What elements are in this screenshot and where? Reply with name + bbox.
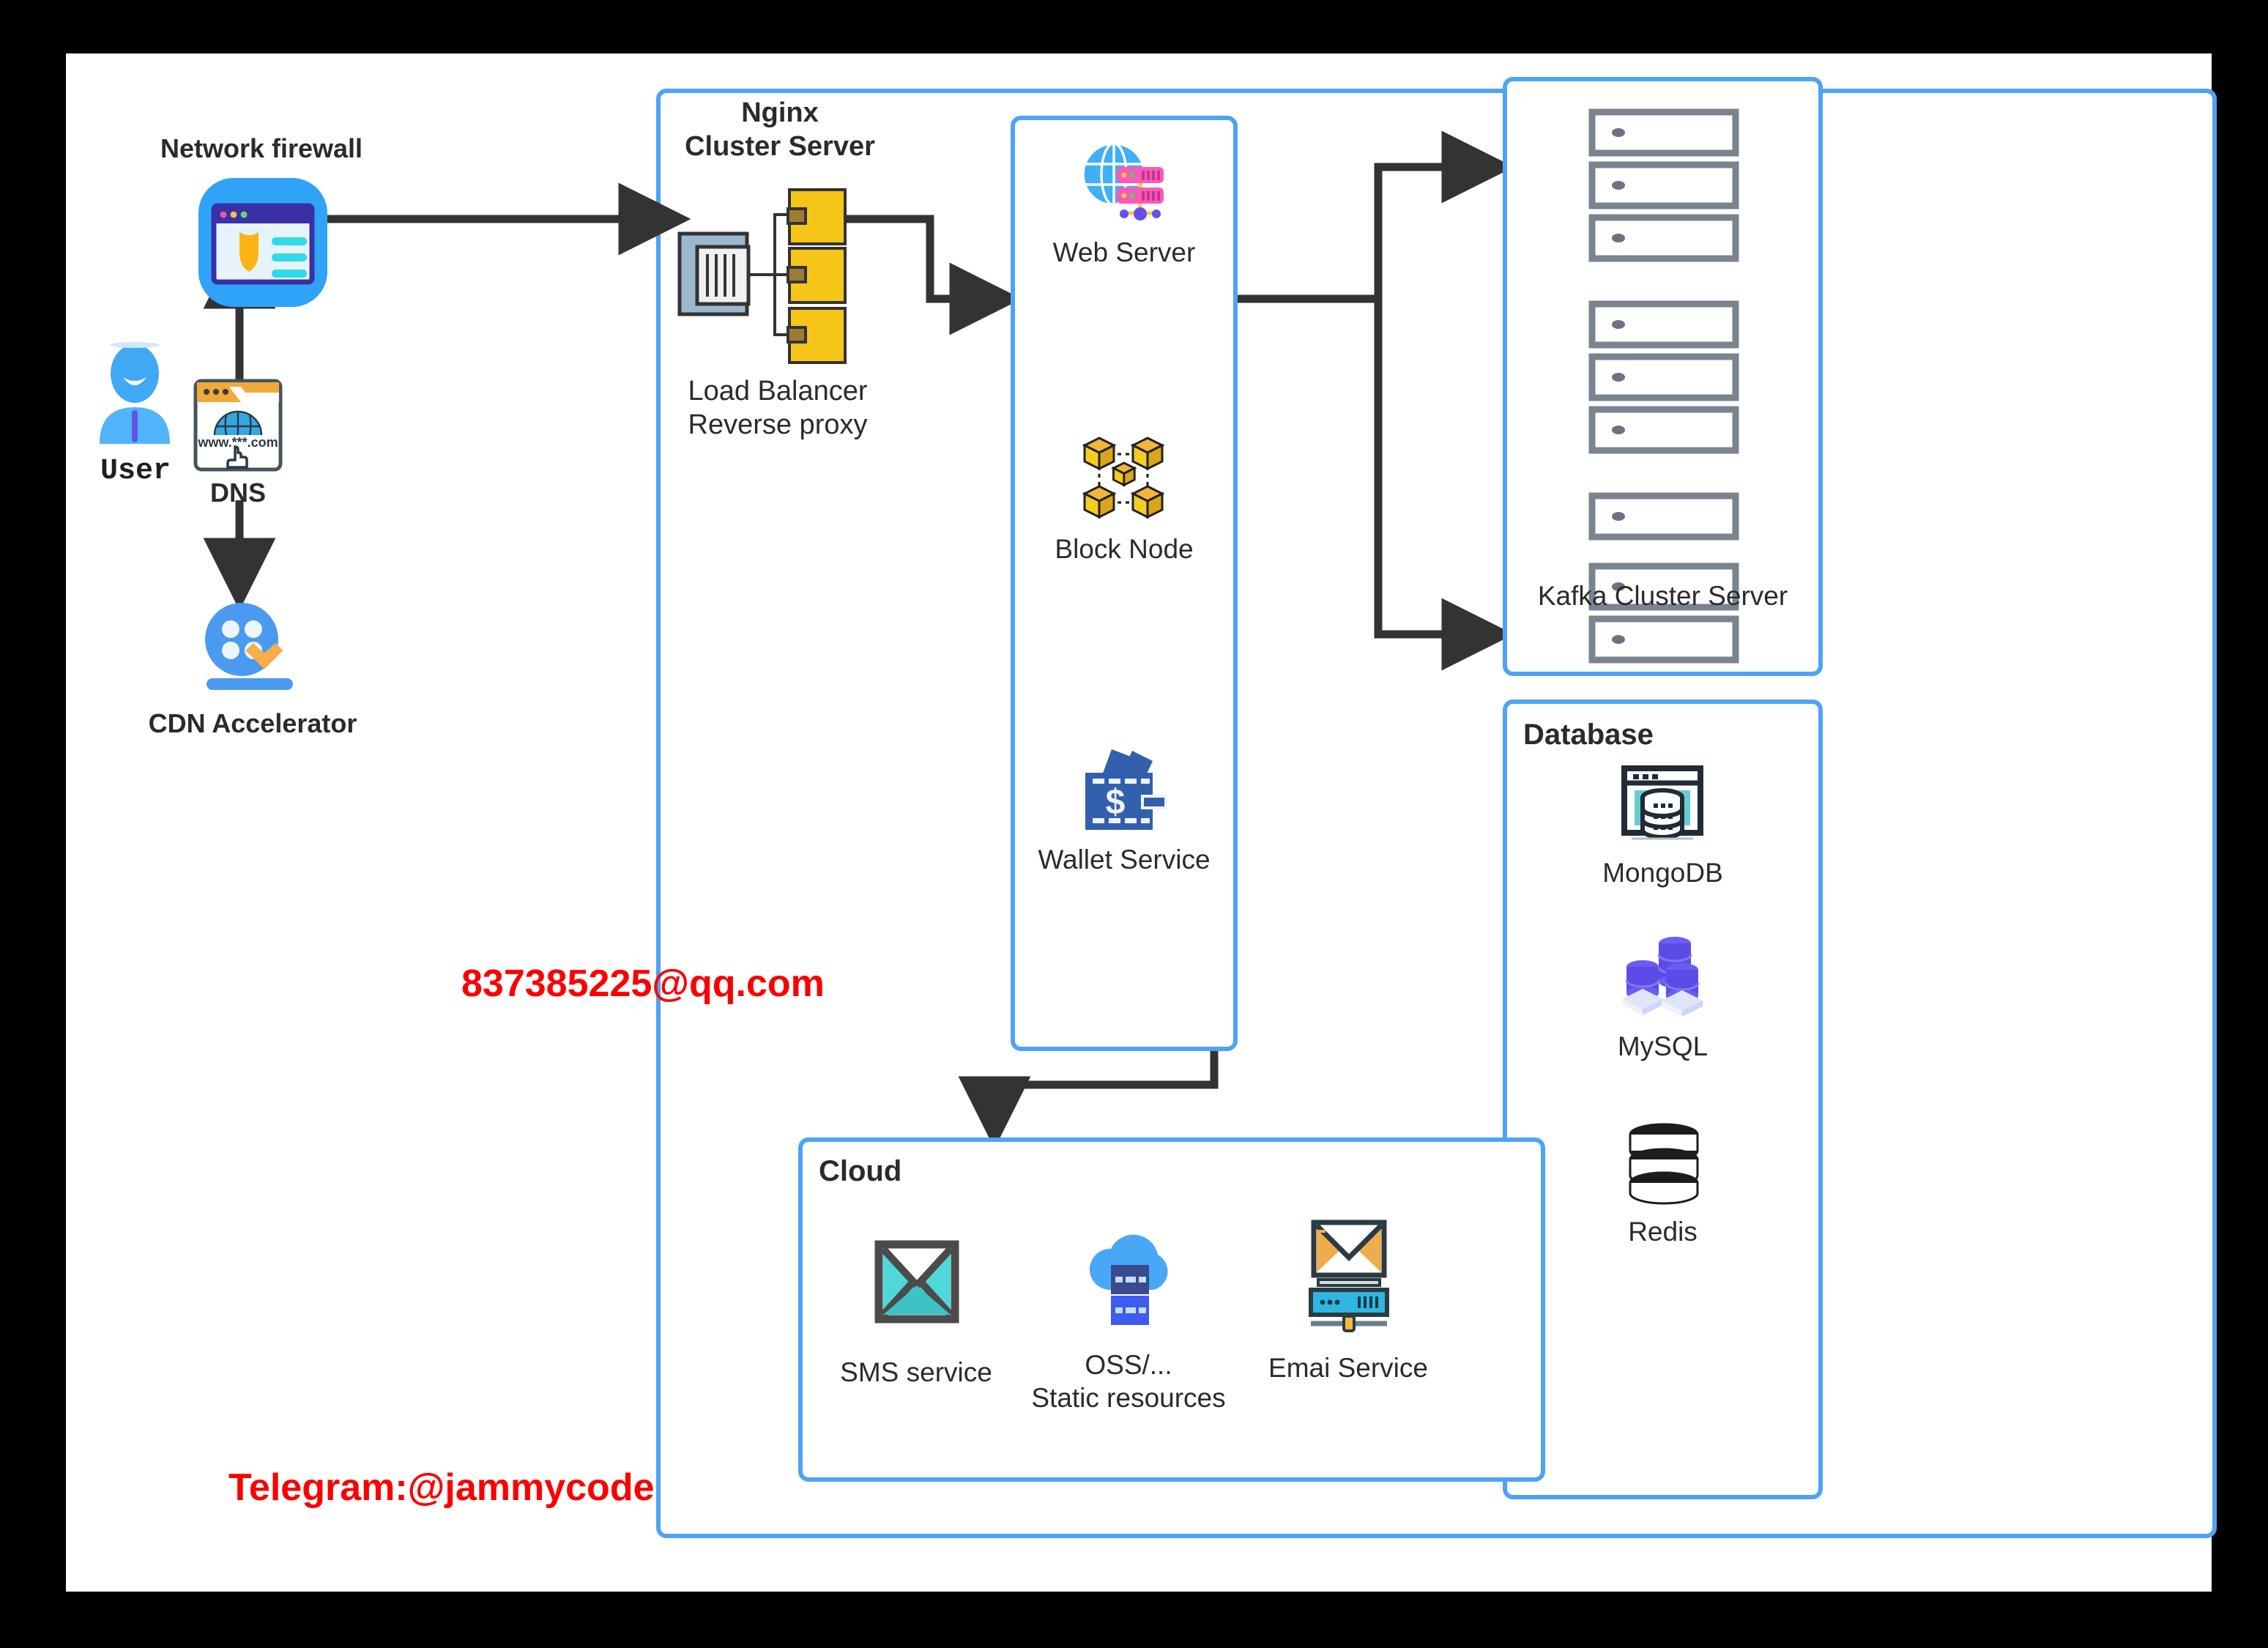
database-title: Database xyxy=(1523,719,1654,751)
kafka-label: Kafka Cluster Server xyxy=(1537,581,1788,611)
mongodb-window-icon xyxy=(1618,762,1706,849)
load-balancer-icon xyxy=(674,184,857,367)
cdn-accelerator-icon xyxy=(196,599,306,694)
cdn-label: CDN Accelerator xyxy=(148,708,357,738)
wallet-dollar-icon: $ xyxy=(1079,746,1169,833)
cloud-label-sms: SMS service xyxy=(840,1357,992,1387)
email-server-icon xyxy=(1301,1220,1397,1332)
block-node-cubes-icon xyxy=(1080,435,1168,522)
nginx-title: Nginx Cluster Server xyxy=(685,97,875,163)
dns-browser-icon: www.***.com xyxy=(193,379,283,472)
email-watermark: 837385225@qq.com xyxy=(461,962,825,1005)
firewall-shield-icon xyxy=(197,177,329,308)
oss-cloud-storage-icon xyxy=(1083,1220,1174,1326)
firewall-label: Network firewall xyxy=(160,133,363,163)
cloud-container: Cloud SMS service OSS/... Static resourc… xyxy=(798,1137,1545,1482)
cloud-title: Cloud xyxy=(819,1155,902,1187)
db-label-mongodb: MongoDB xyxy=(1602,858,1723,888)
service-label-web-server: Web Server xyxy=(1052,237,1196,267)
db-label-redis: Redis xyxy=(1628,1217,1698,1247)
services-container: Web Server Block Node $ Wallet Service xyxy=(1011,116,1238,1051)
server-rack-icon xyxy=(1588,108,1739,541)
telegram-watermark: Telegram:@jammycode xyxy=(228,1466,655,1509)
cloud-label-oss: OSS/... Static resources xyxy=(1031,1350,1226,1414)
mysql-cylinders-icon xyxy=(1621,935,1707,1022)
web-server-globe-icon xyxy=(1080,142,1168,223)
database-container: Database MongoDB MySQL Redis xyxy=(1503,699,1823,1499)
redis-cylinder-icon xyxy=(1626,1121,1701,1208)
dns-label: DNS xyxy=(209,478,266,508)
nginx-caption: Load Balancer Reverse proxy xyxy=(688,376,868,441)
service-label-block-node: Block Node xyxy=(1055,534,1194,564)
diagram-canvas: User www.***.com DNS Network firewall CD… xyxy=(66,53,2217,1592)
sms-envelope-icon xyxy=(874,1237,959,1326)
db-label-mysql: MySQL xyxy=(1617,1031,1709,1061)
service-label-wallet: Wallet Service xyxy=(1038,845,1211,875)
kafka-container: Kafka Cluster Server xyxy=(1503,77,1823,676)
svg-text:$: $ xyxy=(1106,783,1126,822)
user-avatar-icon xyxy=(94,342,176,445)
cloud-label-email: Emai Service xyxy=(1268,1353,1428,1383)
